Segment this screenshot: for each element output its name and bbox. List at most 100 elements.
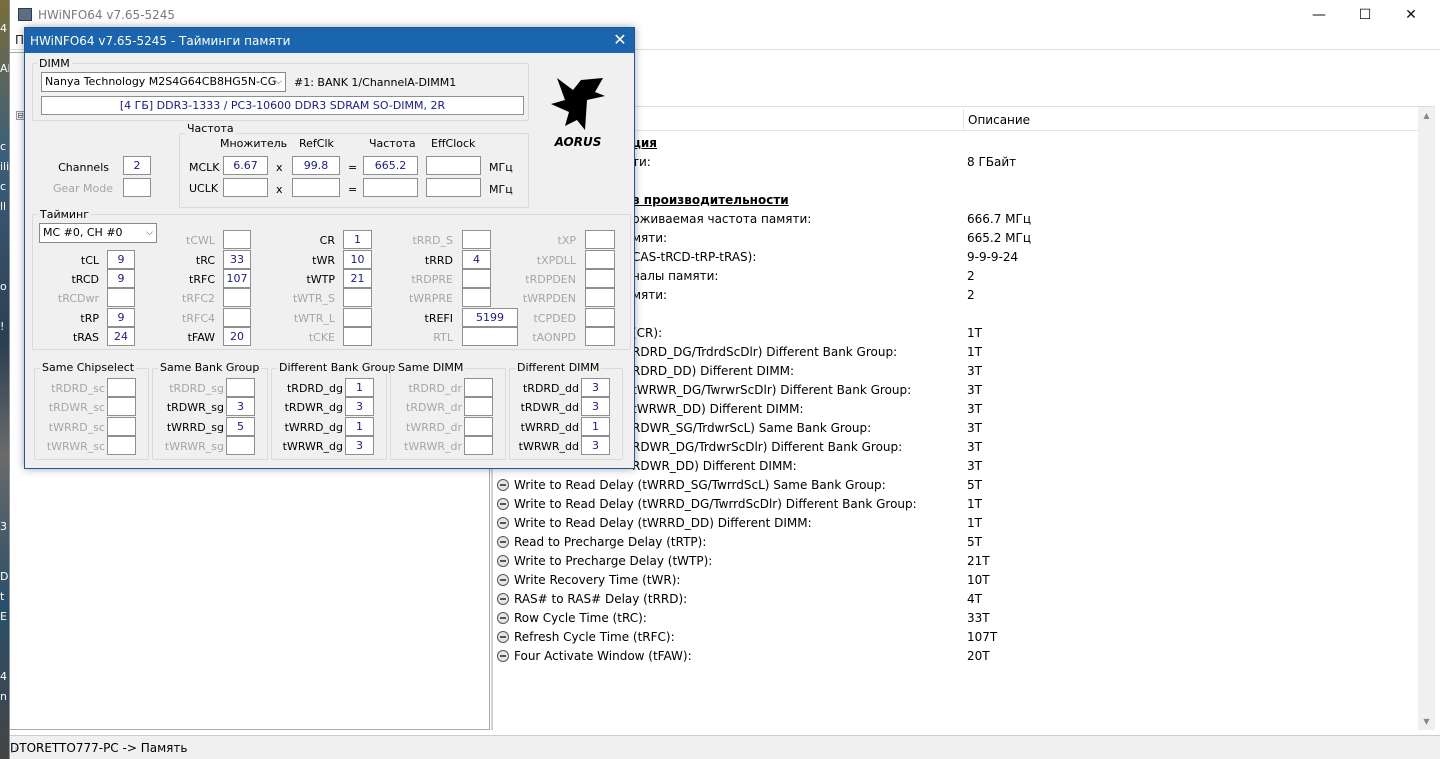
- timing-label: tWTR_L: [293, 312, 335, 325]
- timing-value: [223, 230, 251, 249]
- mclk-effclock: [426, 156, 481, 175]
- detail-row[interactable]: Refresh Cycle Time (tRFC): 107T: [0, 630, 1420, 646]
- sub-group-title: Same Bank Group: [158, 361, 262, 374]
- mc-channel-select[interactable]: MC #0, CH #0 ⌵: [39, 223, 157, 243]
- detail-value: 9-9-9-24: [967, 250, 1019, 264]
- timing-value: [107, 288, 135, 307]
- detail-row[interactable]: Write to Read Delay (tWRRD_SG/TwrrdScL) …: [0, 478, 1420, 494]
- vertical-scrollbar[interactable]: ▲ ▼: [1418, 107, 1435, 730]
- timing-value: [585, 269, 615, 288]
- detail-value: 3T: [967, 364, 982, 378]
- app-icon: [18, 8, 32, 21]
- dialog-close-icon[interactable]: ✕: [609, 30, 631, 50]
- timing-label: tAONPD: [532, 331, 576, 344]
- minus-bullet-icon: [497, 555, 509, 567]
- sub-group-title: Same DIMM: [396, 361, 466, 374]
- dimm-select[interactable]: Nanya Technology M2S4G64CB8HG5N-CG ⌵: [41, 72, 286, 92]
- detail-value: 666.7 МГц: [967, 212, 1032, 226]
- timing-label: CR: [319, 234, 335, 247]
- detail-value: 10T: [967, 573, 990, 587]
- sub-timing-value: 3: [581, 378, 610, 397]
- detail-row[interactable]: Four Activate Window (tFAW): 20T: [0, 649, 1420, 665]
- detail-value: 1T: [967, 345, 982, 359]
- sub-timing-label: tWRRD_dg: [284, 421, 343, 434]
- timing-label: tWTR_S: [292, 292, 335, 305]
- detail-row[interactable]: Read to Precharge Delay (tRTP): 5T: [0, 535, 1420, 551]
- timing-label: tRCDwr: [57, 292, 99, 305]
- timing-value: 10: [343, 250, 372, 269]
- unit-mhz: МГц: [489, 161, 513, 174]
- uclk-effclock: [426, 178, 481, 197]
- timing-label: tRFC: [189, 273, 215, 286]
- scroll-down-icon[interactable]: ▼: [1418, 713, 1435, 730]
- sub-timing-value: [464, 378, 493, 397]
- chevron-down-icon: ⌵: [275, 77, 282, 87]
- channels-label: Channels: [58, 161, 109, 174]
- detail-label: налы памяти:: [632, 269, 719, 283]
- timing-label: tWTP: [306, 273, 335, 286]
- column-divider[interactable]: [963, 109, 964, 129]
- timing-value: [223, 288, 251, 307]
- dimm-group-label: DIMM: [37, 57, 72, 70]
- times-sign: x: [276, 183, 283, 196]
- status-bar: DTORETTO777-PC -> Память ⋰: [10, 735, 1440, 759]
- timing-label: tCKE: [308, 331, 335, 344]
- timing-value: [585, 288, 615, 307]
- maximize-button[interactable]: ☐: [1342, 0, 1388, 30]
- sub-timing-label: tRDWR_dg: [284, 401, 343, 414]
- timing-value: [462, 269, 491, 288]
- detail-row[interactable]: Write to Read Delay (tWRRD_DG/TwrrdScDlr…: [0, 497, 1420, 513]
- minus-bullet-icon: [497, 593, 509, 605]
- minimize-button[interactable]: —: [1296, 0, 1342, 30]
- column-description[interactable]: Описание: [968, 113, 1030, 127]
- close-button[interactable]: ✕: [1388, 0, 1434, 30]
- desktop-edge-text[interactable]: n: [0, 690, 9, 703]
- minus-bullet-icon: [497, 612, 509, 624]
- detail-row[interactable]: RAS# to RAS# Delay (tRRD): 4T: [0, 592, 1420, 608]
- desktop-edge-text[interactable]: 4: [0, 22, 9, 35]
- scroll-up-icon[interactable]: ▲: [1418, 107, 1435, 124]
- minus-bullet-icon: [497, 517, 509, 529]
- channels-value: 2: [123, 156, 151, 175]
- timing-group-label: Тайминг: [38, 208, 92, 221]
- timing-value: 24: [107, 327, 135, 346]
- desktop-edge-text[interactable]: Al: [0, 62, 9, 75]
- detail-row[interactable]: Write to Read Delay (tWRRD_DD) Different…: [0, 516, 1420, 532]
- detail-row[interactable]: Write to Precharge Delay (tWTP): 21T: [0, 554, 1420, 570]
- detail-row[interactable]: Row Cycle Time (tRC): 33T: [0, 611, 1420, 627]
- desktop-edge-text[interactable]: c: [0, 180, 9, 193]
- times-sign: x: [276, 161, 283, 174]
- timing-label: tXPDLL: [536, 254, 576, 267]
- minus-bullet-icon: [497, 479, 509, 491]
- sub-timing-value: 1: [581, 417, 610, 436]
- timing-value: 33: [223, 250, 251, 269]
- detail-label: RDRD_DG/TrdrdScDlr) Different Bank Group…: [632, 345, 898, 359]
- detail-label: Read to Precharge Delay (tRTP):: [514, 535, 707, 549]
- detail-value: 3T: [967, 402, 982, 416]
- logo-text: AORUS: [554, 135, 602, 149]
- sub-timing-value: [107, 436, 136, 455]
- timing-value: 9: [107, 269, 135, 288]
- sub-timing-label: tWRWR_dr: [404, 440, 462, 453]
- timing-value: [462, 327, 518, 346]
- chevron-down-icon: ⌵: [146, 228, 153, 238]
- timing-value: 1: [343, 230, 372, 249]
- detail-value: 8 ГБайт: [967, 155, 1017, 169]
- detail-value: 1T: [967, 497, 982, 511]
- minus-bullet-icon: [497, 536, 509, 548]
- mc-channel-value: MC #0, CH #0: [43, 226, 123, 239]
- detail-label: Write to Read Delay (tWRRD_DG/TwrrdScDlr…: [514, 497, 917, 511]
- resize-grip-icon[interactable]: ⋰: [10, 741, 1435, 755]
- uclk-frequency: [363, 178, 418, 197]
- detail-row[interactable]: Write Recovery Time (tWR): 10T: [0, 573, 1420, 589]
- desktop-edge-text[interactable]: 4: [0, 670, 9, 683]
- header-multiplier: Множитель: [220, 137, 288, 150]
- detail-label: RDRD_DD) Different DIMM:: [632, 364, 795, 378]
- detail-value: 20T: [967, 649, 990, 663]
- timing-label: tRRD: [424, 254, 453, 267]
- main-title-bar: HWiNFO64 v7.65-5245 — ☐ ✕: [10, 0, 1440, 30]
- mclk-frequency: 665.2: [363, 156, 418, 175]
- menu-item-program[interactable]: П: [15, 33, 24, 47]
- sub-timing-label: tRDRD_sc: [51, 382, 105, 395]
- detail-label: Write to Precharge Delay (tWTP):: [514, 554, 713, 568]
